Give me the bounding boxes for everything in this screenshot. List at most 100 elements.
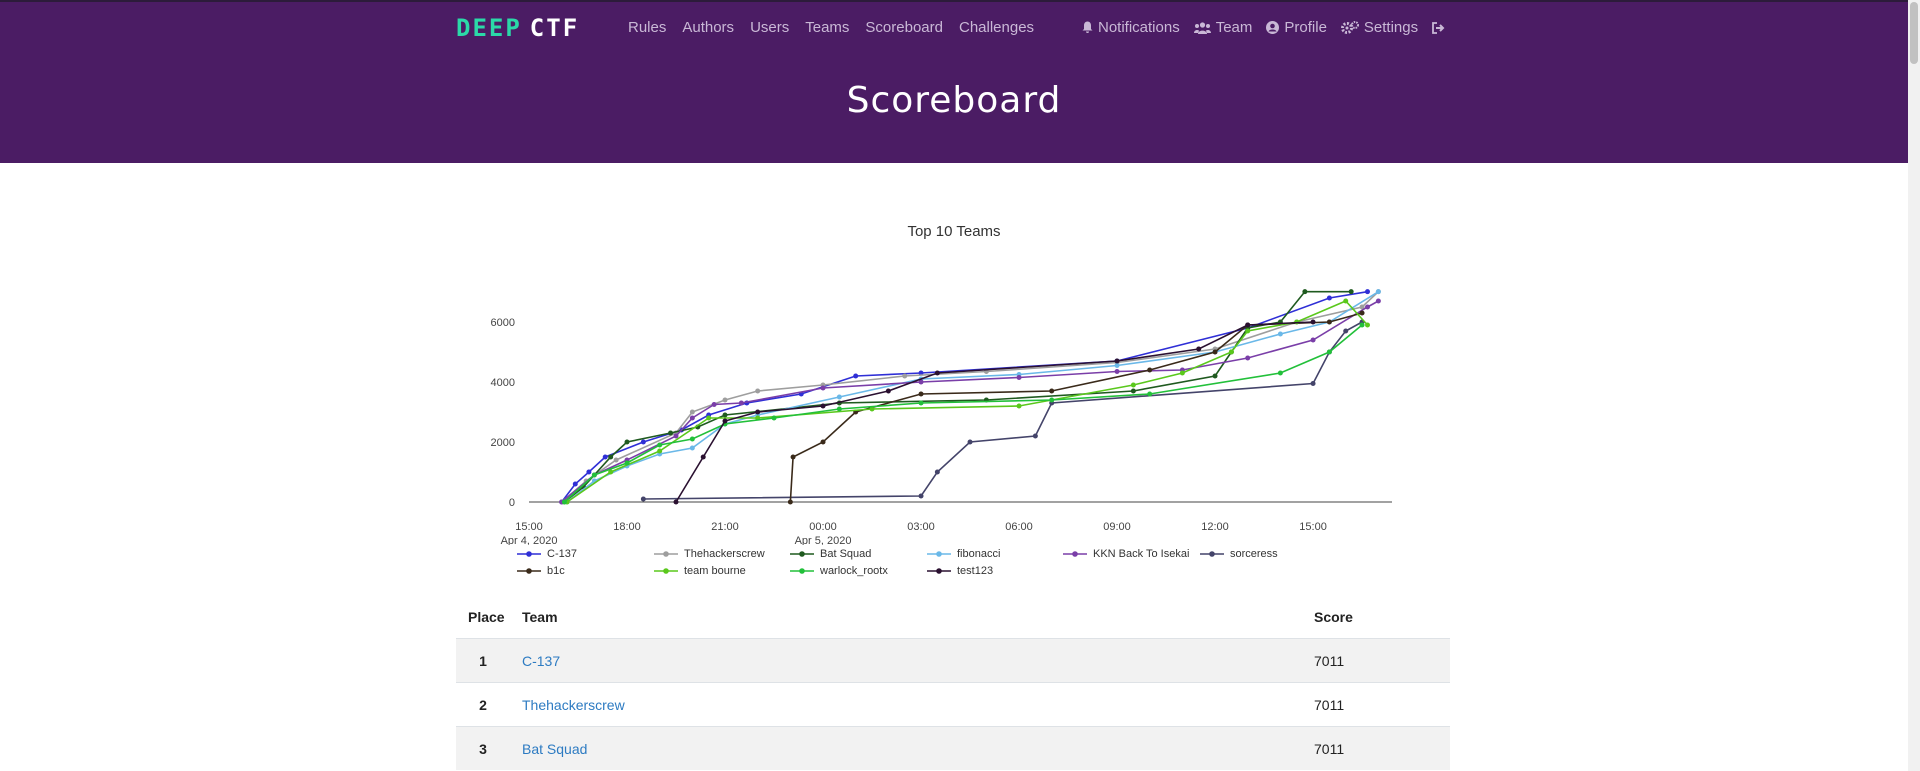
legend-swatch xyxy=(654,551,678,557)
row-place: 1 xyxy=(456,638,510,683)
data-point xyxy=(668,430,674,436)
legend-item[interactable]: team bourne xyxy=(654,565,746,577)
nav-challenges-link[interactable]: Challenges xyxy=(959,19,1034,36)
y-tick-label: 0 xyxy=(509,497,515,509)
x-tick-label: 12:00 xyxy=(1201,521,1229,533)
scrollbar-track[interactable] xyxy=(1908,0,1920,771)
data-point xyxy=(1147,367,1153,373)
legend-label: team bourne xyxy=(684,565,746,577)
nav-settings-link[interactable]: Settings xyxy=(1340,19,1418,36)
legend-item[interactable]: test123 xyxy=(927,565,993,577)
table-header-row: Place Team Score xyxy=(456,596,1450,639)
data-point xyxy=(1228,349,1234,355)
x-tick-label: 18:00 xyxy=(613,521,641,533)
legend-item[interactable]: KKN Back To Isekai xyxy=(1063,548,1189,560)
team-link[interactable]: Thehackerscrew xyxy=(522,697,625,713)
nav-rules-link[interactable]: Rules xyxy=(628,19,666,36)
logo-part-ctf: CTF xyxy=(529,14,580,42)
nav-logout-link[interactable] xyxy=(1432,21,1450,34)
scrollbar-thumb[interactable] xyxy=(1910,2,1918,64)
column-header-score: Score xyxy=(1302,596,1450,639)
legend-item[interactable]: fibonacci xyxy=(927,548,1000,560)
data-point xyxy=(706,415,712,421)
x-tick-label: 15:00 xyxy=(1299,521,1327,533)
scoreboard-table: Place Team Score 1 C-137 7011 2 Thehacke… xyxy=(456,596,1450,770)
data-point xyxy=(1326,319,1332,325)
series-line xyxy=(643,321,1363,500)
legend-swatch xyxy=(790,568,814,574)
legend-item[interactable]: sorceress xyxy=(1200,548,1278,560)
x-tick-label: 03:00 xyxy=(907,521,935,533)
legend-label: sorceress xyxy=(1230,548,1278,560)
nav-profile-link[interactable]: Profile xyxy=(1266,19,1327,36)
nav-users-link[interactable]: Users xyxy=(750,19,789,36)
data-point xyxy=(602,454,608,460)
legend-label: test123 xyxy=(957,565,994,577)
legend-item[interactable]: b1c xyxy=(517,565,565,577)
users-icon xyxy=(1193,21,1211,34)
data-point xyxy=(1049,388,1055,394)
series-line xyxy=(563,324,1363,503)
row-score: 7011 xyxy=(1302,682,1450,727)
nav-authors-link[interactable]: Authors xyxy=(682,19,734,36)
nav-main-links: Rules Authors Users Teams Scoreboard Cha… xyxy=(628,19,1050,36)
data-point xyxy=(836,406,842,412)
legend-item[interactable]: C-137 xyxy=(517,548,577,560)
data-point xyxy=(1114,369,1120,374)
data-point xyxy=(820,385,826,391)
data-point xyxy=(755,388,761,394)
data-point xyxy=(591,472,597,478)
data-point xyxy=(1364,322,1370,328)
team-link[interactable]: Bat Squad xyxy=(522,741,587,757)
data-point xyxy=(572,481,578,487)
header-banner: DEEP CTF Rules Authors Users Teams Score… xyxy=(0,2,1908,163)
data-point xyxy=(1245,355,1251,361)
data-point xyxy=(790,454,796,460)
column-header-team: Team xyxy=(510,596,1302,639)
data-point xyxy=(624,460,630,466)
data-point xyxy=(1130,382,1136,388)
legend-item[interactable]: Bat Squad xyxy=(790,548,871,560)
page-title: Scoreboard xyxy=(846,80,1062,122)
y-tick-label: 4000 xyxy=(491,377,515,389)
x-tick-label: 21:00 xyxy=(711,521,739,533)
data-point xyxy=(934,370,940,376)
data-point xyxy=(673,499,679,505)
scoreboard-chart: 0 2000 4000 6000 15:00 Apr 4, 2020 18:00 21:00 0… xyxy=(491,289,1392,545)
table-row: 1 C-137 7011 xyxy=(456,638,1450,683)
data-point xyxy=(657,442,663,448)
data-point xyxy=(1343,298,1349,304)
data-point xyxy=(934,469,940,475)
nav-notifications-link[interactable]: Notifications xyxy=(1082,19,1180,36)
data-point xyxy=(673,433,679,439)
data-point xyxy=(1326,349,1332,355)
legend-item[interactable]: Thehackerscrew xyxy=(654,548,765,560)
data-point xyxy=(700,454,706,460)
data-point xyxy=(722,418,728,424)
logo-part-deep: DEEP xyxy=(456,14,522,42)
legend-swatch xyxy=(1063,551,1087,557)
site-logo[interactable]: DEEP CTF xyxy=(456,14,580,42)
data-point xyxy=(820,439,826,445)
data-point xyxy=(689,409,695,415)
legend-item[interactable]: warlock_rootx xyxy=(790,565,888,577)
user-circle-icon xyxy=(1266,21,1280,34)
data-point xyxy=(918,493,924,499)
legend-label: C-137 xyxy=(547,548,577,560)
data-point xyxy=(1277,370,1283,376)
nav-team-link[interactable]: Team xyxy=(1193,19,1252,36)
sign-out-icon xyxy=(1432,21,1445,34)
data-point xyxy=(1245,328,1251,334)
data-point xyxy=(1359,322,1365,328)
data-point xyxy=(1359,310,1365,316)
team-link[interactable]: C-137 xyxy=(522,653,560,669)
data-point xyxy=(608,454,614,460)
x-tick-label: 09:00 xyxy=(1103,521,1131,533)
nav-scoreboard-link[interactable]: Scoreboard xyxy=(865,19,943,36)
data-point xyxy=(1375,289,1381,295)
data-point xyxy=(1114,358,1120,364)
data-point xyxy=(689,415,695,421)
data-point xyxy=(1212,373,1218,379)
series-line xyxy=(789,312,1363,503)
nav-teams-link[interactable]: Teams xyxy=(805,19,849,36)
